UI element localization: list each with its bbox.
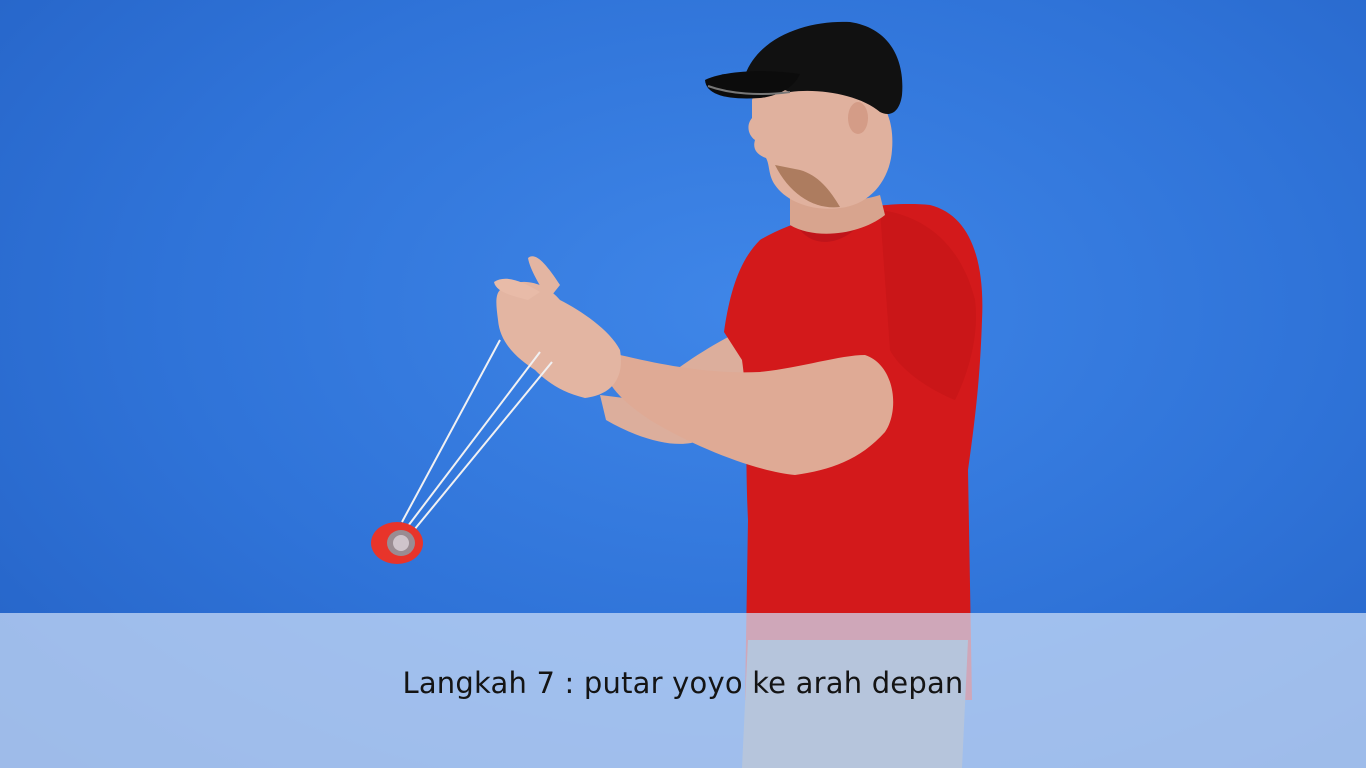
yoyo-string	[401, 339, 553, 531]
yoyo	[371, 522, 423, 564]
hands	[494, 256, 621, 398]
video-frame[interactable]: Langkah 7 : putar yoyo ke arah depan	[0, 0, 1366, 768]
subtitle-bar: Langkah 7 : putar yoyo ke arah depan	[0, 613, 1366, 768]
subtitle-text: Langkah 7 : putar yoyo ke arah depan	[402, 665, 964, 700]
